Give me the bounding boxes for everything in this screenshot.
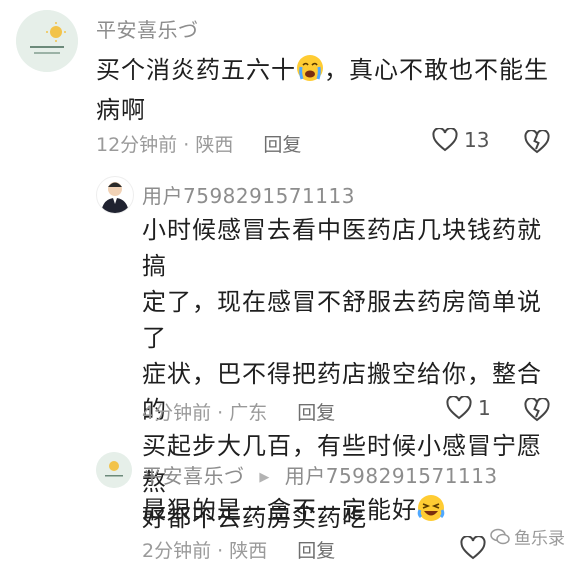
- reply-button[interactable]: 回复: [297, 540, 335, 562]
- comment-text-segment: 病啊: [96, 96, 146, 124]
- broken-heart-icon: [524, 397, 550, 422]
- separator-dot: ·: [217, 540, 224, 562]
- like-button[interactable]: 1: [446, 396, 491, 420]
- like-button[interactable]: 13: [432, 128, 489, 152]
- region: 陕西: [229, 540, 268, 562]
- watermark: 鱼乐录: [490, 524, 565, 549]
- timestamp: 12分钟前: [96, 134, 178, 156]
- avatar[interactable]: [96, 176, 134, 214]
- crying-face-emoji-icon: [296, 54, 324, 92]
- avatar[interactable]: [16, 10, 78, 72]
- reply-button[interactable]: 回复: [263, 134, 301, 156]
- region: 广东: [229, 402, 268, 424]
- comment-text: 买个消炎药五六十 ，真心不敢也不能生 病啊: [96, 52, 556, 128]
- reply-comment-item: 用户7598291571113 小时候感冒去看中医药店几块钱药就搞 定了，现在感…: [0, 170, 575, 532]
- wechat-logo-icon: [490, 528, 510, 544]
- watermark-text: 鱼乐录: [514, 529, 565, 549]
- region: 陕西: [195, 134, 234, 156]
- comment-meta: 2分钟前 · 陕西 回复: [142, 536, 335, 563]
- separator-dot: ·: [183, 134, 190, 156]
- timestamp: 2分钟前: [142, 540, 212, 562]
- username[interactable]: 平安喜乐づ: [142, 464, 245, 488]
- dislike-button[interactable]: [524, 397, 550, 426]
- comment-text-line: 小时候感冒去看中医药店几块钱药就搞: [142, 216, 542, 280]
- like-count: 1: [478, 396, 491, 420]
- reply-to-username[interactable]: 用户7598291571113: [285, 464, 498, 488]
- reply-comment-item: 平安喜乐づ ▶ 用户7598291571113 最狠的是一盒不一定能好 2分钟前…: [0, 440, 575, 563]
- laughing-tears-emoji-icon: [417, 494, 445, 532]
- comment-text-segment: ，真心不敢也不能生: [324, 56, 549, 84]
- comment-text-line: 定了，现在感冒不舒服去药房简单说了: [142, 288, 542, 352]
- dislike-button[interactable]: [524, 129, 550, 158]
- username[interactable]: 平安喜乐づ: [96, 14, 199, 43]
- separator-dot: ·: [217, 402, 224, 424]
- comment-text-segment: 买个消炎药五六十: [96, 56, 296, 84]
- comment-meta: 12分钟前 · 陕西 回复: [96, 130, 301, 157]
- heart-outline-icon: [432, 128, 458, 152]
- comment-text-segment: 最狠的是一盒不一定能好: [142, 496, 417, 524]
- like-count: 13: [464, 128, 490, 152]
- broken-heart-icon: [524, 129, 550, 154]
- triangle-right-icon: ▶: [259, 470, 270, 485]
- comment-meta: 4分钟前 · 广东 回复: [142, 398, 335, 425]
- avatar[interactable]: [96, 452, 132, 488]
- reply-header: 平安喜乐づ ▶ 用户7598291571113: [142, 460, 498, 489]
- username[interactable]: 用户7598291571113: [142, 180, 355, 209]
- like-button[interactable]: [460, 536, 486, 560]
- heart-outline-icon: [460, 536, 486, 560]
- heart-outline-icon: [446, 396, 472, 420]
- comment-item: 平安喜乐づ 买个消炎药五六十 ，真心不敢也不能生 病啊 12分钟前 · 陕西 回…: [0, 0, 575, 170]
- reply-button[interactable]: 回复: [297, 402, 335, 424]
- timestamp: 4分钟前: [142, 402, 212, 424]
